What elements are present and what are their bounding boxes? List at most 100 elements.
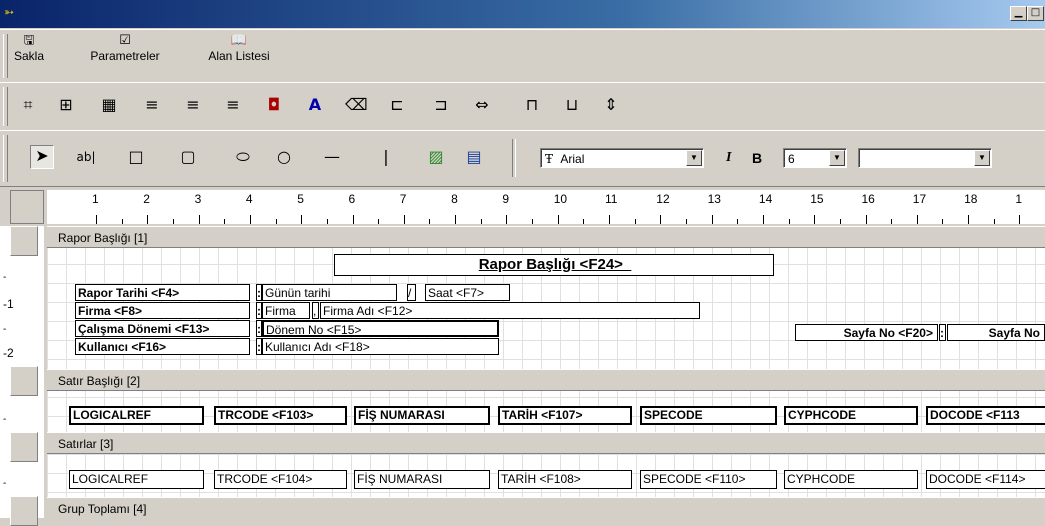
chevron-down-icon[interactable]: ▼ xyxy=(686,150,702,166)
report-design-canvas[interactable]: Rapor Başlığı [1] Rapor Başlığı <F24>_ R… xyxy=(47,226,1045,518)
background-color-icon[interactable]: ▦ xyxy=(98,95,120,115)
band-handle[interactable] xyxy=(10,366,38,396)
column-header-field[interactable]: TARİH <F107> xyxy=(498,406,632,425)
pointer-icon[interactable]: ➤ xyxy=(30,145,54,169)
document-icon[interactable]: ▤ xyxy=(463,147,485,167)
ruler-tick xyxy=(685,219,687,224)
comma-field[interactable]: , xyxy=(312,302,319,319)
toolbar-grip xyxy=(3,87,8,126)
slash-field[interactable]: / xyxy=(407,284,416,301)
column-data-field[interactable]: FİŞ NUMARASI xyxy=(354,470,490,489)
column-header-field[interactable]: LOGICALREF xyxy=(69,406,204,425)
align-objects-left-icon[interactable]: ⊏ xyxy=(386,95,408,115)
ruler-tick xyxy=(455,215,457,224)
font-name-select[interactable]: Ŧ Arial ▼ xyxy=(540,148,704,168)
chevron-down-icon[interactable]: ▼ xyxy=(829,150,845,166)
ruler-number: 10 xyxy=(553,192,568,206)
same-height-icon[interactable]: ⇕ xyxy=(600,95,622,115)
font-color-icon[interactable]: A xyxy=(304,95,326,115)
report-date-label[interactable]: Rapor Tarihi <F4> xyxy=(75,284,250,301)
ruler-tick xyxy=(993,219,995,224)
column-data-field[interactable]: CYPHCODE xyxy=(784,470,918,489)
firm-label[interactable]: Firma <F8> xyxy=(75,302,250,319)
align-top-icon[interactable]: ⊓ xyxy=(521,95,543,115)
ruler-number: 8 xyxy=(451,192,458,206)
ruler-tick xyxy=(634,219,636,224)
column-data-field[interactable]: SPECODE <F110> xyxy=(640,470,777,489)
ruler-tick xyxy=(198,215,200,224)
column-data-field[interactable]: TARİH <F108> xyxy=(498,470,632,489)
ruler-tick xyxy=(480,219,482,224)
ruler-label: -1 xyxy=(3,297,14,311)
ruler-tick xyxy=(839,219,841,224)
column-header-field[interactable]: DOCODE <F113 xyxy=(926,406,1045,425)
circle-icon[interactable]: ○ xyxy=(273,147,295,167)
band-handle[interactable] xyxy=(10,226,38,256)
rectangle-icon[interactable]: □ xyxy=(125,147,147,167)
line-icon[interactable]: — xyxy=(321,147,343,167)
band-rows[interactable]: Satırlar [3] xyxy=(47,432,1045,454)
bold-button[interactable]: B xyxy=(752,150,762,166)
band-group-total[interactable]: Grup Toplamı [4] xyxy=(47,497,1045,518)
firm-field[interactable]: Firma xyxy=(262,302,310,319)
ruler-number: 14 xyxy=(758,192,773,206)
column-header-field[interactable]: TRCODE <F103> xyxy=(214,406,347,425)
book-icon: 📖 xyxy=(230,33,248,48)
chevron-down-icon[interactable]: ▼ xyxy=(974,150,990,166)
text-box-icon[interactable]: ab| xyxy=(75,147,97,167)
align-objects-right-icon[interactable]: ⊐ xyxy=(430,95,452,115)
parameters-button[interactable]: ☑ Parametreler xyxy=(80,33,170,63)
user-label[interactable]: Kullanıcı <F16> xyxy=(75,338,250,355)
column-header-field[interactable]: CYPHCODE xyxy=(784,406,918,425)
today-field[interactable]: Günün tarihi xyxy=(262,284,397,301)
band-row-header[interactable]: Satır Başlığı [2] xyxy=(47,369,1045,391)
maximize-button[interactable]: □ xyxy=(1027,6,1044,21)
band-report-header[interactable]: Rapor Başlığı [1] xyxy=(47,226,1045,248)
column-data-field[interactable]: DOCODE <F114> xyxy=(926,470,1045,489)
colon-field[interactable]: : xyxy=(939,324,946,341)
align-left-icon[interactable]: ≡ xyxy=(141,95,163,115)
page-value-field[interactable]: Sayfa No xyxy=(947,324,1045,341)
band-handle[interactable] xyxy=(10,496,38,526)
font-type-icon: Ŧ xyxy=(545,152,554,166)
ruler-tick xyxy=(378,219,380,224)
eraser-icon[interactable]: ⌫ xyxy=(345,95,368,115)
ruler-number: 15 xyxy=(810,192,824,206)
app-icon: ➳ xyxy=(4,5,15,19)
period-no-field[interactable]: Dönem No <F15> xyxy=(262,320,499,337)
save-button[interactable]: 🖫 Sakla xyxy=(14,33,44,63)
page-label[interactable]: Sayfa No <F20> xyxy=(795,324,938,341)
toolbar-grip[interactable] xyxy=(3,34,8,78)
field-list-button[interactable]: 📖 Alan Listesi xyxy=(196,33,282,63)
user-name-field[interactable]: Kullanıcı Adı <F18> xyxy=(262,338,499,355)
ruler-tick xyxy=(711,215,713,224)
column-header-field[interactable]: FİŞ NUMARASI xyxy=(354,406,490,425)
band-handle[interactable] xyxy=(10,432,38,462)
ruler-number: 7 xyxy=(399,192,407,206)
ruler-number: 4 xyxy=(245,192,253,206)
style-select[interactable]: ▼ xyxy=(858,148,992,168)
column-header-field[interactable]: SPECODE xyxy=(640,406,777,425)
minimize-button[interactable]: ▁ xyxy=(1010,6,1027,21)
ruler-tick xyxy=(147,215,149,224)
font-size-select[interactable]: 6 ▼ xyxy=(783,148,847,168)
column-data-field[interactable]: TRCODE <F104> xyxy=(214,470,347,489)
ruler-number: 12 xyxy=(656,192,670,206)
ellipse-icon[interactable]: ⬭ xyxy=(232,147,254,167)
align-center-icon[interactable]: ≡ xyxy=(182,95,204,115)
column-data-field[interactable]: LOGICALREF xyxy=(69,470,204,489)
time-field[interactable]: Saat <F7> xyxy=(425,284,510,301)
align-bottom-icon[interactable]: ⊔ xyxy=(561,95,583,115)
period-label[interactable]: Çalışma Dönemi <F13> xyxy=(75,320,250,337)
report-title-field[interactable]: Rapor Başlığı <F24>_ xyxy=(334,254,774,276)
group-align-icon[interactable]: ⊞ xyxy=(55,95,77,115)
picture-icon[interactable]: ▨ xyxy=(425,147,447,167)
vertical-line-icon[interactable]: | xyxy=(375,147,397,167)
italic-button[interactable]: I xyxy=(726,150,731,166)
align-grid-icon[interactable]: ⌗ xyxy=(17,95,39,115)
firm-name-field[interactable]: Firma Adı <F12> xyxy=(320,302,700,319)
frame-color-icon[interactable]: ◘ xyxy=(263,95,285,115)
same-width-icon[interactable]: ⇔ xyxy=(471,95,493,115)
rounded-rectangle-icon[interactable]: ▢ xyxy=(177,147,199,167)
align-right-icon[interactable]: ≡ xyxy=(222,95,244,115)
